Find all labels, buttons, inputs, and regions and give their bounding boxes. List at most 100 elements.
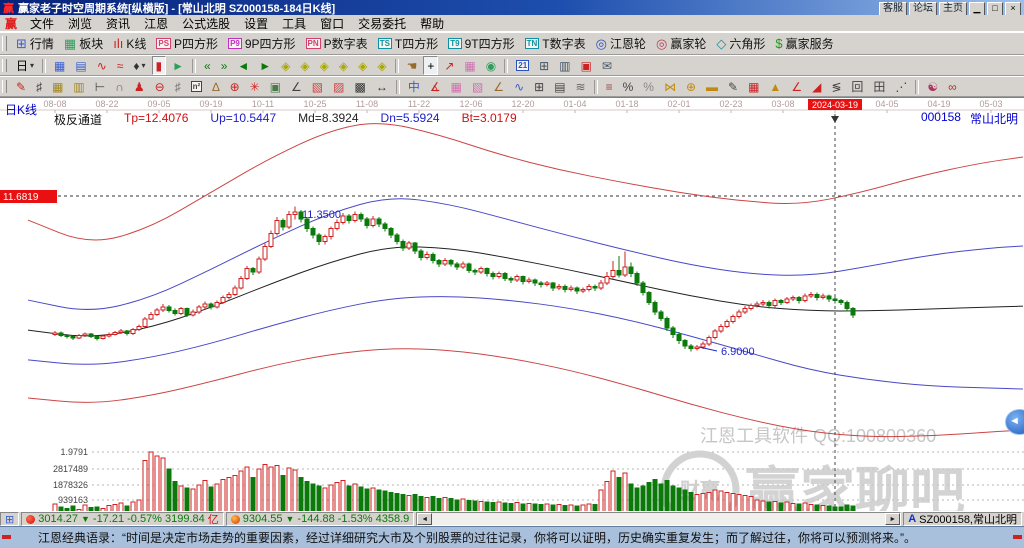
crosshair-tool-button[interactable]: + [423, 56, 438, 75]
next-bar-button[interactable]: ► [255, 56, 275, 75]
sh-index-panel[interactable]: 3014.27 ▼ -17.21 -0.57% 3199.84亿 [21, 512, 224, 526]
menu-window[interactable]: 窗口 [313, 15, 351, 32]
candle-style-button[interactable]: ♦▾ [129, 56, 149, 75]
percent-tool-button[interactable]: % [639, 77, 658, 96]
fall-angle-button[interactable]: ◢ [808, 77, 825, 96]
save-tool-button[interactable]: ▣ [577, 56, 596, 75]
infinity-tool-button[interactable]: ∞ [944, 77, 961, 96]
menu-news[interactable]: 资讯 [99, 15, 137, 32]
red-grid-a-button[interactable]: ▧ [308, 77, 327, 96]
calendar-tool-button[interactable]: 21 [512, 56, 533, 75]
menu-browse[interactable]: 浏览 [61, 15, 99, 32]
menu-formula-stock-pick[interactable]: 公式选股 [175, 15, 237, 32]
red-frame-button[interactable]: ▦ [744, 77, 763, 96]
menu-tools[interactable]: 工具 [275, 15, 313, 32]
title-button-service[interactable]: 客服 [879, 2, 907, 16]
red-grid-b-button[interactable]: ▨ [329, 77, 348, 96]
gann-wheel-button[interactable]: ◎江恩轮 [592, 34, 650, 53]
gann-box-a-button[interactable]: ▦ [48, 77, 67, 96]
hexagon-button[interactable]: ◇六角形 [712, 34, 769, 53]
marker-tool-button[interactable]: ♟ [130, 77, 149, 96]
t-number-table-button[interactable]: TNT数字表 [521, 34, 590, 53]
toolbar-grip[interactable] [2, 36, 7, 51]
zoom-tool-5-button[interactable]: ◈ [354, 56, 371, 75]
chart-image-tool-button[interactable]: ▣ [266, 77, 285, 96]
note-pen-button[interactable]: ✎ [724, 77, 742, 96]
scroll-right-button[interactable]: ► [885, 513, 900, 525]
golden-bar-button[interactable]: ▬ [702, 77, 722, 96]
menu-gann[interactable]: 江恩 [137, 15, 175, 32]
color-flag-button[interactable]: ► [168, 56, 188, 75]
title-button-home[interactable]: 主页 [939, 2, 967, 16]
minimize-button[interactable]: ▁ [969, 2, 985, 16]
trend-pointer-button[interactable]: ↗ [440, 56, 458, 75]
n2-tool-button[interactable]: n² [187, 77, 207, 96]
pink-grid-tool-button[interactable]: ▦ [460, 56, 479, 75]
span-arrows-button[interactable]: ↔ [372, 77, 392, 96]
winner-wheel-button[interactable]: ◎赢家轮 [652, 34, 710, 53]
price-ruler-button[interactable]: ⊢ [91, 77, 109, 96]
rose-box-button[interactable]: ▧ [468, 77, 487, 96]
sphere-tool-button[interactable]: ◉ [482, 56, 500, 75]
zoom-tool-3-button[interactable]: ◈ [316, 56, 333, 75]
chart-svg[interactable]: 08-0808-2209-0509-1910-1110-2511-0811-22… [0, 98, 1024, 511]
time-divider-button[interactable]: ♯ [32, 77, 46, 96]
t-square-button[interactable]: TST四方形 [374, 34, 443, 53]
trend-line-a-button[interactable]: ∿ [93, 56, 111, 75]
ladder-grid-button[interactable]: 田 [869, 77, 889, 96]
zoom-tool-1-button[interactable]: ◈ [277, 56, 294, 75]
hand-tool-button[interactable]: ☚ [403, 56, 422, 75]
angle-tool-button[interactable]: ∆ [208, 77, 223, 96]
p-number-table-button[interactable]: PNP数字表 [302, 34, 372, 53]
window-view-button[interactable]: ▦ [50, 56, 69, 75]
wave-tool-button[interactable]: ∿ [510, 77, 528, 96]
slope-line-button[interactable]: ∠ [489, 77, 508, 96]
market-grid-button[interactable]: ⊞ [0, 512, 19, 526]
dense-grid-button[interactable]: ▤ [550, 77, 569, 96]
info-view-button[interactable]: ▤ [71, 56, 90, 75]
k-angle-tool-button[interactable]: ∠ [287, 77, 306, 96]
close-button[interactable]: × [1005, 2, 1021, 16]
menu-settings[interactable]: 设置 [237, 15, 275, 32]
horizontal-scrollbar[interactable]: ◄ ► [416, 512, 901, 526]
level-lines-button[interactable]: ≡ [602, 77, 617, 96]
multi-slope-button[interactable]: ≶ [827, 77, 845, 96]
scroll-left-button[interactable]: ◄ [417, 513, 432, 525]
golden-section-button[interactable]: ⋈ [660, 77, 680, 96]
black-grid-button[interactable]: ▩ [350, 77, 369, 96]
scrollbar-track[interactable] [432, 513, 885, 525]
zoom-tool-6-button[interactable]: ◈ [373, 56, 390, 75]
title-button-forum[interactable]: 论坛 [909, 2, 937, 16]
t9-square-button[interactable]: T99T四方形 [444, 34, 518, 53]
kline-button[interactable]: ılıK线 [109, 34, 150, 53]
notes-tool-button[interactable]: ▥ [555, 56, 574, 75]
menu-trade[interactable]: 交易委托 [351, 15, 413, 32]
maze-grid-button[interactable]: 回 [847, 77, 867, 96]
trend-line-b-button[interactable]: ≈ [113, 56, 128, 75]
toolbar-grip[interactable] [2, 80, 7, 93]
parallel-lines-button[interactable]: ≋ [572, 77, 590, 96]
current-stock-panel[interactable]: A SZ000158,常山北明 [903, 512, 1022, 526]
golden-circle-button[interactable]: ⊕ [682, 77, 700, 96]
menu-file[interactable]: 文件 [23, 15, 61, 32]
burst-tool-button[interactable]: ✳ [246, 77, 264, 96]
quotes-button[interactable]: ⊞行情 [12, 34, 58, 53]
slant-lines-button[interactable]: ⋰ [891, 77, 911, 96]
taiji-tool-button[interactable]: ☯ [923, 77, 942, 96]
sectors-button[interactable]: ▦板块 [60, 34, 107, 53]
chart-area[interactable]: 08-0808-2209-0509-1910-1110-2511-0811-22… [0, 97, 1024, 511]
square-grid-button[interactable]: ⊞ [530, 77, 548, 96]
percent-slash-button[interactable]: % [619, 77, 638, 96]
mail-tool-button[interactable]: ✉ [598, 56, 616, 75]
zoom-tool-2-button[interactable]: ◈ [296, 56, 313, 75]
p-square-button[interactable]: PSP四方形 [152, 34, 222, 53]
last-page-button[interactable]: » [217, 56, 232, 75]
prev-bar-button[interactable]: ◄ [233, 56, 253, 75]
period-daily-button[interactable]: 日▾ [12, 56, 38, 75]
pyramid-tool-button[interactable]: ▲ [765, 77, 785, 96]
sz-index-panel[interactable]: 9304.55 ▼ -144.88 -1.53% 4358.9 [226, 512, 415, 526]
circle-divider-button[interactable]: ⊖ [151, 77, 169, 96]
gann-fan-button[interactable]: ∡ [426, 77, 445, 96]
arc-tool-button[interactable]: ∩ [111, 77, 128, 96]
p9-square-button[interactable]: P99P四方形 [224, 34, 299, 53]
